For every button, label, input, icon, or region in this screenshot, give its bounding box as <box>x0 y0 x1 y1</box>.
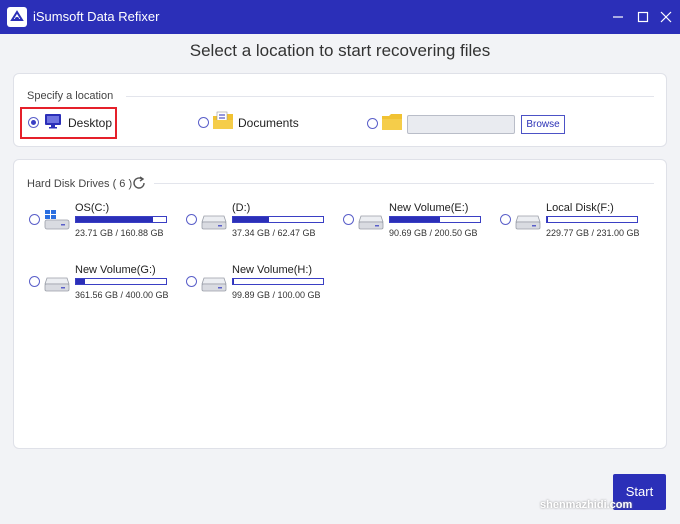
drive-usage-bar <box>232 278 324 285</box>
drive-name: New Volume(E:) <box>389 202 469 214</box>
drive-radio[interactable] <box>29 214 40 225</box>
drive-usage-fill <box>390 217 440 222</box>
documents-folder-icon <box>212 111 234 134</box>
drives-section-label: Hard Disk Drives ( 6 ) <box>27 178 133 190</box>
drive-item-f[interactable]: Local Disk(F:) 229.77 GB / 231.00 GB <box>500 202 650 254</box>
location-option-desktop[interactable]: Desktop <box>28 107 118 137</box>
drive-size: 361.56 GB / 400.00 GB <box>75 290 169 300</box>
drive-size: 99.89 GB / 100.00 GB <box>232 290 321 300</box>
location-option-documents[interactable]: Documents <box>198 107 308 137</box>
drive-name: Local Disk(F:) <box>546 202 614 214</box>
drive-name: New Volume(G:) <box>75 264 156 276</box>
location-option-custom[interactable] <box>367 107 407 137</box>
drive-item-c[interactable]: OS(C:) 23.71 GB / 160.88 GB <box>29 202 179 254</box>
drive-usage-bar <box>389 216 481 223</box>
app-logo-icon <box>7 7 27 27</box>
close-button[interactable] <box>655 6 677 28</box>
drive-size: 37.34 GB / 62.47 GB <box>232 228 316 238</box>
drive-name: (D:) <box>232 202 251 214</box>
desktop-icon <box>44 112 62 133</box>
drive-radio[interactable] <box>186 276 197 287</box>
section-divider <box>126 96 654 97</box>
browse-button[interactable]: Browse <box>521 115 565 134</box>
minimize-button[interactable] <box>607 6 629 28</box>
drive-radio[interactable] <box>186 214 197 225</box>
folder-icon <box>381 113 403 134</box>
drive-item-h[interactable]: New Volume(H:) 99.89 GB / 100.00 GB <box>186 264 336 316</box>
drive-radio[interactable] <box>29 276 40 287</box>
path-input[interactable] <box>407 115 515 134</box>
drive-usage-fill <box>233 217 269 222</box>
drive-name: New Volume(H:) <box>232 264 313 276</box>
documents-label: Documents <box>238 116 299 130</box>
drive-size: 90.69 GB / 200.50 GB <box>389 228 478 238</box>
windows-drive-icon <box>43 210 71 235</box>
drive-name: OS(C:) <box>75 202 110 214</box>
drive-radio[interactable] <box>343 214 354 225</box>
drive-radio[interactable] <box>500 214 511 225</box>
maximize-icon <box>637 11 649 23</box>
drive-usage-fill <box>76 279 85 284</box>
drive-usage-bar <box>232 216 324 223</box>
refresh-icon[interactable] <box>131 175 147 194</box>
hard-drive-icon <box>200 210 228 235</box>
documents-radio[interactable] <box>198 117 209 128</box>
hard-drive-icon <box>200 272 228 297</box>
desktop-radio[interactable] <box>28 117 39 128</box>
minimize-icon <box>613 16 623 18</box>
hard-drive-icon <box>43 272 71 297</box>
maximize-button[interactable] <box>632 6 654 28</box>
drive-usage-bar <box>546 216 638 223</box>
drive-usage-bar <box>75 216 167 223</box>
drive-item-d[interactable]: (D:) 37.34 GB / 62.47 GB <box>186 202 336 254</box>
drive-usage-bar <box>75 278 167 285</box>
watermark: shenmazhidi.com <box>540 499 633 511</box>
window-title: iSumsoft Data Refixer <box>33 9 160 24</box>
location-panel: Specify a location Desktop Documents Bro… <box>13 73 667 147</box>
drive-usage-fill <box>547 217 548 222</box>
drives-panel: Hard Disk Drives ( 6 ) OS(C:) 23.71 GB /… <box>13 159 667 449</box>
desktop-label: Desktop <box>68 116 113 130</box>
hard-drive-icon <box>514 210 542 235</box>
section-divider <box>154 183 654 184</box>
page-title: Select a location to start recovering fi… <box>189 41 491 60</box>
title-bar: iSumsoft Data Refixer <box>0 0 680 34</box>
drive-item-e[interactable]: New Volume(E:) 90.69 GB / 200.50 GB <box>343 202 493 254</box>
drive-size: 23.71 GB / 160.88 GB <box>75 228 164 238</box>
drive-usage-fill <box>76 217 153 222</box>
custom-path-radio[interactable] <box>367 118 378 129</box>
drive-usage-fill <box>233 279 234 284</box>
hard-drive-icon <box>357 210 385 235</box>
drive-size: 229.77 GB / 231.00 GB <box>546 228 640 238</box>
drive-item-g[interactable]: New Volume(G:) 361.56 GB / 400.00 GB <box>29 264 179 316</box>
close-icon <box>660 11 672 23</box>
location-section-label: Specify a location <box>27 90 114 102</box>
